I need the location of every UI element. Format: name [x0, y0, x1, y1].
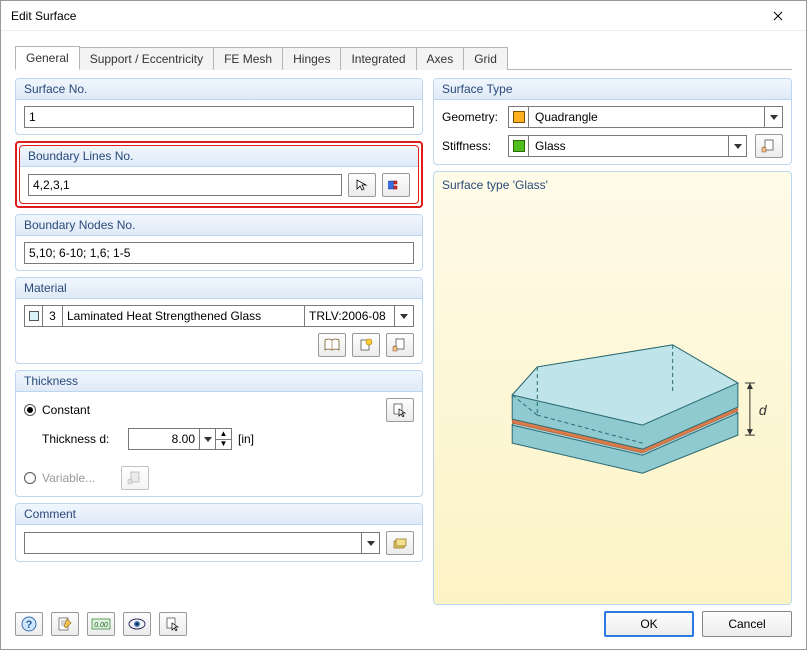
geometry-value: Quadrangle	[529, 107, 764, 127]
help-button[interactable]: ?	[15, 612, 43, 636]
group-material: Material 3 Laminated Heat Strengthened G…	[15, 277, 423, 364]
variable-edit-button	[121, 466, 149, 490]
label-geometry: Geometry:	[442, 110, 500, 124]
geometry-swatch	[509, 107, 529, 127]
group-surface-no: Surface No.	[15, 78, 423, 135]
comment-apply-button[interactable]	[386, 531, 414, 555]
help-icon: ?	[21, 616, 37, 632]
close-icon	[773, 11, 783, 21]
preview-illustration: d	[442, 192, 783, 598]
eye-icon	[128, 618, 146, 630]
svg-text:0.00: 0.00	[94, 622, 108, 629]
group-thickness: Thickness Constant Thickness d:	[15, 370, 423, 497]
stiffness-swatch	[509, 136, 529, 156]
thickness-step-up[interactable]: ▲	[216, 429, 231, 440]
tab-strip: General Support / Eccentricity FE Mesh H…	[1, 31, 806, 69]
input-boundary-nodes[interactable]	[24, 242, 414, 264]
hand-sheet-icon	[392, 338, 408, 352]
label-boundary-nodes: Boundary Nodes No.	[16, 215, 422, 236]
select-geometry[interactable]: Quadrangle	[508, 106, 783, 128]
material-dropdown-icon[interactable]	[395, 306, 413, 326]
sheet-cursor-icon	[166, 617, 180, 631]
tab-fe-mesh[interactable]: FE Mesh	[213, 47, 283, 70]
material-library-button[interactable]	[318, 333, 346, 357]
label-thickness-d: Thickness d:	[42, 432, 122, 446]
magnet-icon	[388, 179, 404, 191]
pick-footer-button[interactable]	[159, 612, 187, 636]
ok-button[interactable]: OK	[604, 611, 694, 637]
spinner-thickness-d[interactable]: ▲ ▼	[128, 428, 232, 450]
label-thickness-unit: [in]	[238, 432, 254, 446]
label-surface-no: Surface No.	[16, 79, 422, 100]
sheet-cursor-icon	[393, 403, 407, 417]
hand-sheet-icon	[127, 471, 143, 485]
group-comment: Comment	[15, 503, 423, 562]
group-surface-type: Surface Type Geometry: Quadrangle Stiffn…	[433, 78, 792, 165]
input-comment[interactable]	[25, 533, 361, 553]
stiffness-edit-button[interactable]	[755, 134, 783, 158]
tab-axes[interactable]: Axes	[416, 47, 465, 70]
preview-label: Surface type 'Glass'	[442, 178, 783, 192]
tab-grid[interactable]: Grid	[463, 47, 508, 70]
pick-lines-button[interactable]	[348, 173, 376, 197]
svg-text:?: ?	[26, 619, 33, 631]
stack-icon	[392, 536, 408, 550]
tab-general[interactable]: General	[15, 46, 80, 70]
stiffness-value: Glass	[529, 136, 728, 156]
preview-panel: Surface type 'Glass' d	[433, 171, 792, 605]
comment-dropdown[interactable]	[361, 533, 379, 553]
group-boundary-nodes: Boundary Nodes No.	[15, 214, 423, 271]
input-surface-no[interactable]	[24, 106, 414, 128]
material-edit-button[interactable]	[386, 333, 414, 357]
tab-support-eccentricity[interactable]: Support / Eccentricity	[79, 47, 214, 70]
label-variable: Variable...	[42, 471, 95, 485]
notes-button[interactable]	[51, 612, 79, 636]
stiffness-dropdown-icon[interactable]	[728, 136, 746, 156]
material-code: TRLV:2006-08	[305, 306, 395, 326]
pick-thickness-button[interactable]	[386, 398, 414, 422]
units-icon: 0.00	[91, 617, 111, 631]
window-title: Edit Surface	[11, 9, 758, 23]
new-sheet-icon	[359, 338, 373, 352]
tab-integrated[interactable]: Integrated	[340, 47, 416, 70]
label-constant: Constant	[42, 403, 90, 417]
thickness-step-down[interactable]: ▼	[216, 440, 231, 450]
label-boundary-lines: Boundary Lines No.	[20, 146, 418, 167]
label-material: Material	[16, 278, 422, 299]
geometry-dropdown-icon[interactable]	[764, 107, 782, 127]
note-pencil-icon	[57, 616, 73, 632]
preview-dimension-label: d	[759, 402, 768, 418]
highlight-boundary-lines: Boundary Lines No.	[15, 141, 423, 208]
label-thickness: Thickness	[16, 371, 422, 392]
close-button[interactable]	[758, 1, 798, 31]
material-selector[interactable]: 3 Laminated Heat Strengthened Glass TRLV…	[24, 305, 414, 327]
material-index: 3	[43, 306, 63, 326]
label-stiffness: Stiffness:	[442, 139, 500, 153]
material-new-button[interactable]	[352, 333, 380, 357]
input-thickness-d[interactable]	[129, 429, 199, 449]
thickness-dropdown[interactable]	[199, 429, 215, 449]
radio-constant[interactable]	[24, 404, 36, 416]
book-icon	[324, 338, 340, 352]
visibility-button[interactable]	[123, 612, 151, 636]
label-surface-type: Surface Type	[434, 79, 791, 100]
material-swatch	[25, 306, 43, 326]
label-comment: Comment	[16, 504, 422, 525]
hand-sheet-icon	[761, 139, 777, 153]
select-stiffness[interactable]: Glass	[508, 135, 747, 157]
input-boundary-lines[interactable]	[28, 174, 342, 196]
tab-hinges[interactable]: Hinges	[282, 47, 341, 70]
material-name: Laminated Heat Strengthened Glass	[63, 306, 305, 326]
units-button[interactable]: 0.00	[87, 612, 115, 636]
magnet-button[interactable]	[382, 173, 410, 197]
cursor-icon	[355, 178, 369, 192]
cancel-button[interactable]: Cancel	[702, 611, 792, 637]
radio-variable	[24, 472, 36, 484]
